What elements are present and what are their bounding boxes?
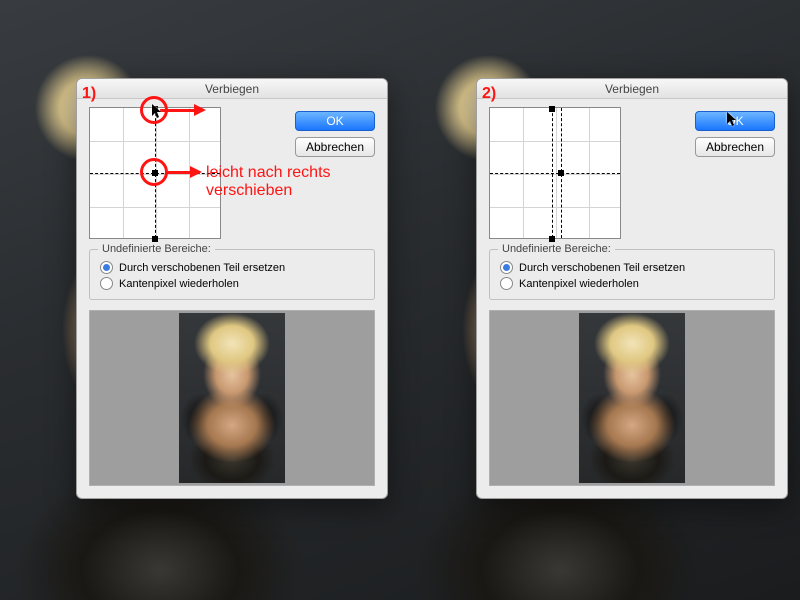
radio-replace-label: Durch verschobenen Teil ersetzen	[519, 262, 685, 274]
dialog-verbiegen-1: Verbiegen OK Abbrechen Undefinie	[76, 78, 388, 499]
radio-repeat-label: Kantenpixel wiederholen	[119, 278, 239, 290]
annotation-circle-center	[140, 158, 168, 186]
ok-button[interactable]: OK	[295, 111, 375, 131]
preview-image	[179, 313, 285, 483]
radio-replace-label: Durch verschobenen Teil ersetzen	[119, 262, 285, 274]
group-title: Undefinierte Bereiche:	[498, 243, 615, 255]
grid-handle-center[interactable]	[558, 170, 564, 176]
radio-replace-row[interactable]: Durch verschobenen Teil ersetzen	[100, 261, 364, 274]
annotation-text: leicht nach rechts verschieben	[206, 164, 331, 201]
dialog-title: Verbiegen	[477, 79, 787, 99]
annotation-text-line2: verschieben	[206, 182, 331, 200]
ok-button[interactable]: OK	[695, 111, 775, 131]
cancel-button[interactable]: Abbrechen	[695, 137, 775, 157]
dialog-verbiegen-2: Verbiegen OK Abbrechen	[476, 78, 788, 499]
grid-handle-top[interactable]	[549, 106, 555, 112]
group-title: Undefinierte Bereiche:	[98, 243, 215, 255]
undefined-areas-group: Undefinierte Bereiche: Durch verschobene…	[489, 249, 775, 300]
warp-grid[interactable]	[489, 107, 621, 239]
preview-image	[579, 313, 685, 483]
grid-handle-bottom[interactable]	[549, 236, 555, 242]
radio-repeat[interactable]	[100, 277, 113, 290]
step-label-1: 1)	[82, 86, 96, 102]
radio-replace-row[interactable]: Durch verschobenen Teil ersetzen	[500, 261, 764, 274]
grid-handle-bottom[interactable]	[152, 236, 158, 242]
undefined-areas-group: Undefinierte Bereiche: Durch verschobene…	[89, 249, 375, 300]
step-label-2: 2)	[482, 86, 496, 102]
radio-repeat[interactable]	[500, 277, 513, 290]
preview-area	[89, 310, 375, 486]
cancel-button[interactable]: Abbrechen	[295, 137, 375, 157]
radio-repeat-row[interactable]: Kantenpixel wiederholen	[500, 277, 764, 290]
radio-replace[interactable]	[100, 261, 113, 274]
radio-replace[interactable]	[500, 261, 513, 274]
annotation-text-line1: leicht nach rechts	[206, 164, 331, 182]
radio-repeat-label: Kantenpixel wiederholen	[519, 278, 639, 290]
preview-area	[489, 310, 775, 486]
radio-repeat-row[interactable]: Kantenpixel wiederholen	[100, 277, 364, 290]
dialog-title: Verbiegen	[77, 79, 387, 99]
